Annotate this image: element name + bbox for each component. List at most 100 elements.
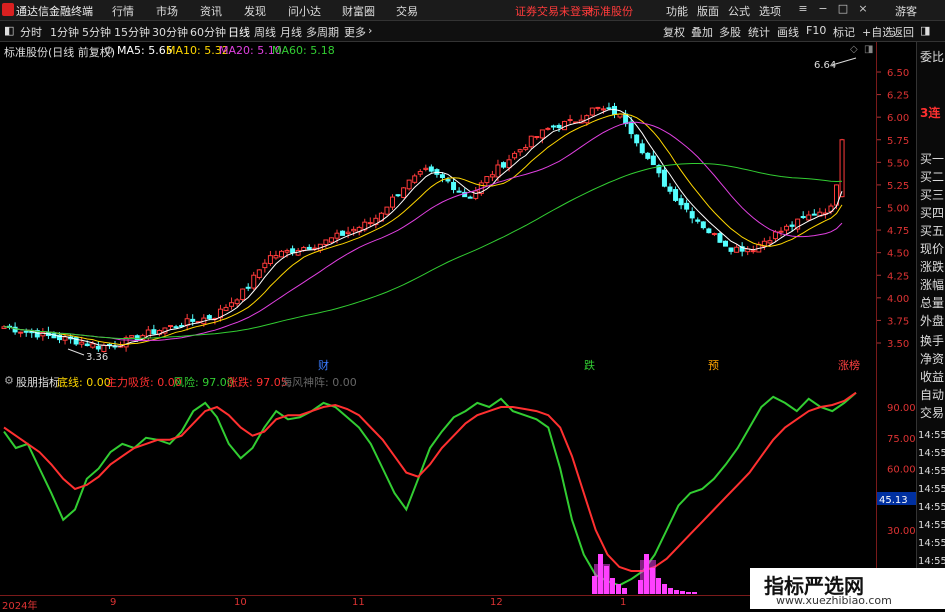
tick-time-label: 14:55 — [918, 430, 945, 441]
candle-body — [689, 211, 695, 219]
period-15min[interactable]: 15分钟 — [114, 24, 150, 40]
accumulation-bar — [662, 584, 667, 594]
sidebar-label: 委比 — [920, 50, 945, 64]
toolbar-statistics[interactable]: 统计 — [748, 24, 770, 40]
sidebar-label: 自动 — [920, 388, 945, 402]
price-tick-label: 4.75 — [887, 226, 909, 237]
candle-body — [351, 228, 357, 232]
candle-body — [390, 196, 395, 208]
candle-body — [495, 164, 501, 178]
period-weekly[interactable]: 周线 — [254, 24, 276, 40]
period-1min[interactable]: 1分钟 — [50, 24, 79, 40]
period-more[interactable]: 更多 — [344, 24, 366, 40]
toolbar-draw-line[interactable]: 画线 — [777, 24, 799, 40]
menu-formula[interactable]: 公式 — [728, 3, 750, 19]
period-monthly[interactable]: 月线 — [280, 24, 302, 40]
candle-body — [523, 146, 529, 150]
guest-label[interactable]: 游客 — [895, 3, 917, 19]
menu-wealth-circle[interactable]: 财富圈 — [342, 3, 375, 19]
candle-body — [550, 125, 556, 128]
accumulation-bar — [610, 578, 615, 594]
candle-body — [273, 255, 279, 259]
price-tick-label: 4.00 — [887, 294, 909, 305]
chevron-right-icon[interactable]: › — [368, 24, 372, 37]
candle-body — [750, 250, 756, 253]
candle-body — [811, 213, 817, 216]
toolbar-f10[interactable]: F10 — [806, 24, 826, 37]
indicator-chart[interactable] — [0, 372, 876, 595]
price-tick-label: 5.25 — [887, 181, 909, 192]
risk-line — [3, 391, 857, 587]
event-marker: 预 — [708, 359, 719, 372]
period-multi[interactable]: 多周期 — [306, 24, 339, 40]
candle-body — [778, 230, 784, 233]
menu-icon[interactable]: ≡ — [795, 2, 811, 18]
menu-market-quotes[interactable]: 行情 — [112, 3, 134, 19]
toolbar-multi-stock[interactable]: 多股 — [719, 24, 741, 40]
candle-body — [190, 318, 196, 322]
current-value-label: 45.13 — [879, 495, 908, 506]
ma20-line — [3, 121, 843, 342]
toolbar-collapse-icon[interactable]: ◨ — [920, 24, 930, 37]
candle-body — [423, 167, 429, 170]
menu-discover[interactable]: 发现 — [244, 3, 266, 19]
candle-body — [240, 288, 246, 301]
toolbar-left-arrow-icon[interactable]: ◧ — [4, 24, 14, 37]
candle-body — [173, 326, 179, 329]
menu-market[interactable]: 市场 — [156, 3, 178, 19]
period-60min[interactable]: 60分钟 — [190, 24, 226, 40]
toolbar-back[interactable]: 返回 — [892, 24, 914, 40]
menu-ask-xiaoda[interactable]: 问小达 — [288, 3, 321, 19]
close-icon[interactable]: × — [855, 2, 871, 18]
candle-body — [700, 221, 706, 229]
minimize-icon[interactable]: − — [815, 2, 831, 18]
period-intraday[interactable]: 分时 — [20, 24, 42, 40]
sidebar-label: 外盘 — [920, 314, 945, 328]
candle-body — [772, 231, 778, 240]
candle-body — [723, 240, 728, 247]
event-marker: 涨榜 — [838, 358, 860, 372]
menu-trade[interactable]: 交易 — [396, 3, 418, 19]
candle-body — [506, 159, 512, 169]
menu-layout[interactable]: 版面 — [697, 3, 719, 19]
period-30min[interactable]: 30分钟 — [152, 24, 188, 40]
date-label: 10 — [234, 597, 247, 608]
candle-body — [245, 286, 251, 289]
candle-body — [534, 136, 540, 139]
indicator-tick-label: 30.00 — [887, 526, 916, 537]
sidebar-label: 涨跌 — [920, 260, 945, 274]
ma60-line — [3, 163, 843, 339]
event-marker: 跌 — [584, 358, 595, 372]
candle-body — [345, 231, 351, 235]
sidebar-label: 买一 — [920, 152, 945, 166]
candle-body — [101, 344, 107, 352]
menu-news[interactable]: 资讯 — [200, 3, 222, 19]
toolbar-add-watchlist[interactable]: +自选 — [862, 24, 893, 40]
period-daily[interactable]: 日线 — [228, 24, 250, 40]
candle-body — [279, 250, 284, 258]
candle-body — [284, 250, 290, 253]
toolbar-mark[interactable]: 标记 — [833, 24, 855, 40]
maximize-icon[interactable]: □ — [835, 2, 851, 18]
quote-sidebar: 委比 3连 买一 买二 买三 买四 买五 现价 涨跌 涨幅 总量 外盘 换手 净资 收益 自动 交易 14:55 1… — [916, 42, 945, 603]
candle-body — [567, 119, 573, 122]
accumulation-bar — [686, 592, 691, 594]
candle-body — [95, 345, 101, 350]
high-price-label: 6.64 — [814, 60, 836, 71]
candle-body — [428, 166, 434, 172]
menu-function[interactable]: 功能 — [666, 3, 688, 19]
candle-body — [151, 329, 157, 335]
toolbar-overlay[interactable]: 叠加 — [691, 24, 713, 40]
candle-body — [650, 155, 656, 166]
toolbar-adjust-price[interactable]: 复权 — [663, 24, 685, 40]
price-candlestick-chart[interactable]: 6.64 3.36 财 跌 预 涨榜 ◇ ◨ — [0, 42, 876, 372]
menu-options[interactable]: 选项 — [759, 3, 781, 19]
candle-body — [234, 299, 240, 305]
diamond-icon: ◇ — [850, 44, 858, 55]
candle-body — [606, 107, 612, 110]
indicator-tick-label: 90.00 — [887, 403, 916, 414]
period-5min[interactable]: 5分钟 — [82, 24, 111, 40]
candle-body — [789, 224, 795, 227]
low-price-label: 3.36 — [86, 352, 108, 363]
trade-login-status[interactable]: 证券交易未登录 — [515, 3, 592, 19]
